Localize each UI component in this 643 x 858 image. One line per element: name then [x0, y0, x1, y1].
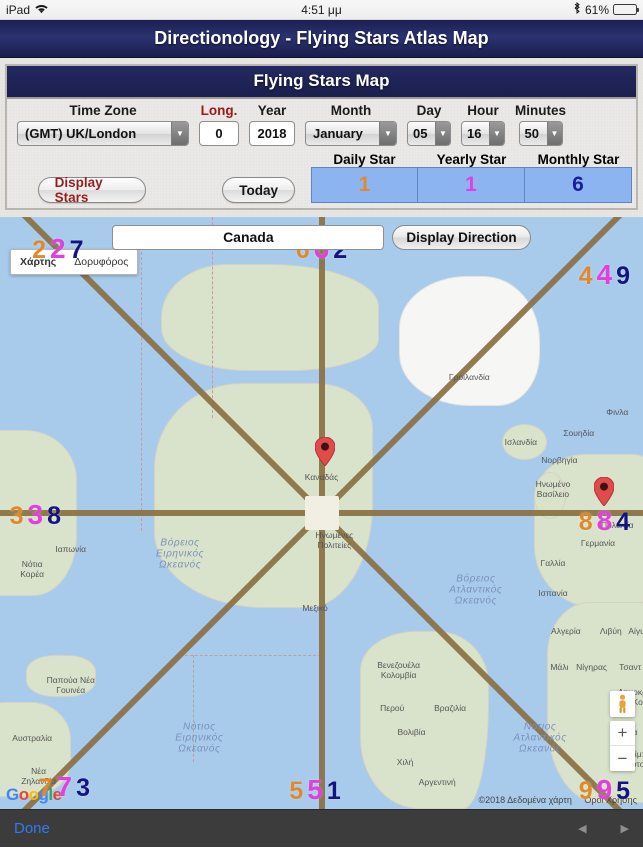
minutes-value: 50 [524, 126, 539, 141]
map-type-satellite[interactable]: Δορυφόρος [65, 250, 137, 274]
field-longitude: Long. 0 [199, 103, 239, 146]
landmass-uk [533, 471, 566, 519]
landmass-south-america [360, 631, 489, 809]
bluetooth-icon [573, 1, 581, 17]
chevron-down-icon: ▼ [546, 122, 562, 145]
star-summary-header-1: Yearly Star [436, 152, 507, 167]
europe-marker[interactable] [594, 476, 615, 506]
flying-stars-panel: Flying Stars Map Time Zone (GMT) UK/Lond… [5, 64, 638, 210]
day-label: Day [416, 103, 442, 118]
map-search-row: Canada Display Direction [0, 225, 643, 250]
ios-status-bar: iPad 4:51 μμ 61% [0, 0, 643, 20]
star-summary-values: 116 [311, 167, 632, 203]
status-clock: 4:51 μμ [301, 2, 342, 17]
day-select[interactable]: 05 ▼ [407, 121, 451, 146]
zoom-out-button[interactable]: − [610, 746, 635, 771]
landmass-asia-east [0, 430, 78, 596]
year-label: Year [257, 103, 287, 118]
star-summary-value-1: 1 [418, 167, 525, 203]
app-title-bar: Directionology - Flying Stars Atlas Map [0, 20, 643, 58]
field-day: Day 05 ▼ [407, 103, 451, 146]
page-title: Directionology - Flying Stars Atlas Map [154, 28, 489, 48]
bottom-toolbar: Done ◀ ▶ [0, 809, 643, 847]
toolbar-navigation: ◀ ▶ [578, 822, 629, 835]
chevron-right-icon[interactable]: ▶ [621, 822, 629, 835]
display-stars-button[interactable]: Display Stars [37, 175, 147, 205]
attribution-text: ©2018 Δεδομένα χάρτη [478, 795, 572, 805]
map-type-control[interactable]: Χάρτης Δορυφόρος [10, 249, 139, 275]
month-select[interactable]: January ▼ [305, 121, 397, 146]
hour-label: Hour [467, 103, 499, 118]
star-summary-headers: Daily Star Yearly Star Monthly Star [311, 152, 632, 167]
zoom-control[interactable]: + − [610, 721, 635, 771]
location-search-input[interactable]: Canada [112, 225, 385, 250]
month-value: January [313, 126, 363, 141]
timezone-select[interactable]: (GMT) UK/London ▼ [17, 121, 189, 146]
chevron-left-icon[interactable]: ◀ [578, 822, 586, 835]
month-label: Month [330, 103, 372, 118]
battery-percent: 61% [584, 2, 609, 17]
terms-link[interactable]: Όροι Χρήσης [584, 795, 637, 805]
google-logo: Google [6, 785, 62, 805]
direction-center-hub [304, 496, 339, 530]
longitude-label: Long. [200, 103, 238, 118]
chevron-down-icon: ▼ [489, 122, 504, 145]
field-hour: Hour 16 ▼ [461, 103, 505, 146]
timezone-value: (GMT) UK/London [25, 126, 137, 141]
map-canvas[interactable]: ΩκεανόςΓροιλανδίαΙσλανδίαΦινλαΣουηδίαΝορ… [0, 217, 643, 809]
chevron-down-icon: ▼ [435, 122, 450, 145]
longitude-input[interactable]: 0 [199, 121, 239, 146]
google-logo-letter-3: g [38, 785, 49, 804]
done-button[interactable]: Done [14, 820, 50, 837]
field-year: Year 2018 [249, 103, 295, 146]
field-timezone: Time Zone (GMT) UK/London ▼ [17, 103, 189, 146]
star-summary-value-2: 6 [525, 167, 632, 203]
canada-marker[interactable] [314, 436, 335, 466]
landmass-north-america [154, 382, 373, 608]
chevron-down-icon: ▼ [171, 122, 188, 145]
star-summary-header-0: Daily Star [333, 152, 396, 167]
status-right: 61% [573, 1, 639, 17]
zoom-in-button[interactable]: + [610, 721, 635, 746]
year-input[interactable]: 2018 [249, 121, 295, 146]
minutes-label: Minutes [515, 103, 567, 118]
form-row-inputs: Time Zone (GMT) UK/London ▼ Long. 0 Year… [11, 103, 632, 146]
map-area[interactable]: ΩκεανόςΓροιλανδίαΙσλανδίαΦινλαΣουηδίαΝορ… [0, 217, 643, 809]
hour-value: 16 [467, 126, 482, 141]
panel-header: Flying Stars Map [7, 66, 636, 99]
google-logo-letter-1: o [18, 785, 29, 804]
google-logo-letter-2: o [28, 785, 39, 804]
map-boundary-line-south [180, 655, 322, 657]
landmass-australia [0, 702, 71, 798]
chevron-down-icon: ▼ [379, 122, 396, 145]
form-row-actions: Display Stars Today Daily Star Yearly Sta… [11, 152, 632, 205]
landmass-iceland [501, 424, 547, 460]
google-logo-letter-5: e [52, 785, 62, 804]
timezone-label: Time Zone [69, 103, 137, 118]
star-summary-value-0: 1 [311, 167, 418, 203]
field-month: Month January ▼ [305, 103, 397, 146]
map-type-map[interactable]: Χάρτης [11, 250, 65, 274]
landmass-papua [25, 655, 97, 697]
street-view-pegman-icon[interactable] [610, 691, 635, 717]
display-direction-button[interactable]: Display Direction [392, 225, 531, 250]
hour-select[interactable]: 16 ▼ [461, 121, 505, 146]
star-summary-header-2: Monthly Star [537, 152, 620, 167]
form-panel-wrapper: Flying Stars Map Time Zone (GMT) UK/Lond… [0, 58, 643, 217]
map-boundary-line-center [192, 655, 194, 762]
map-boundary-line-west [141, 246, 143, 531]
battery-icon [613, 4, 639, 15]
minutes-select[interactable]: 50 ▼ [518, 121, 563, 146]
day-value: 05 [413, 126, 428, 141]
today-button[interactable]: Today [222, 177, 296, 203]
google-logo-letter-0: G [6, 785, 19, 804]
map-attribution: ©2018 Δεδομένα χάρτη Όροι Χρήσης [469, 795, 637, 805]
star-summary: Daily Star Yearly Star Monthly Star 116 [311, 152, 632, 203]
landmass-greenland [398, 276, 541, 407]
field-minutes: Minutes 50 ▼ [515, 103, 566, 146]
landmass-arctic-canada [160, 264, 380, 371]
